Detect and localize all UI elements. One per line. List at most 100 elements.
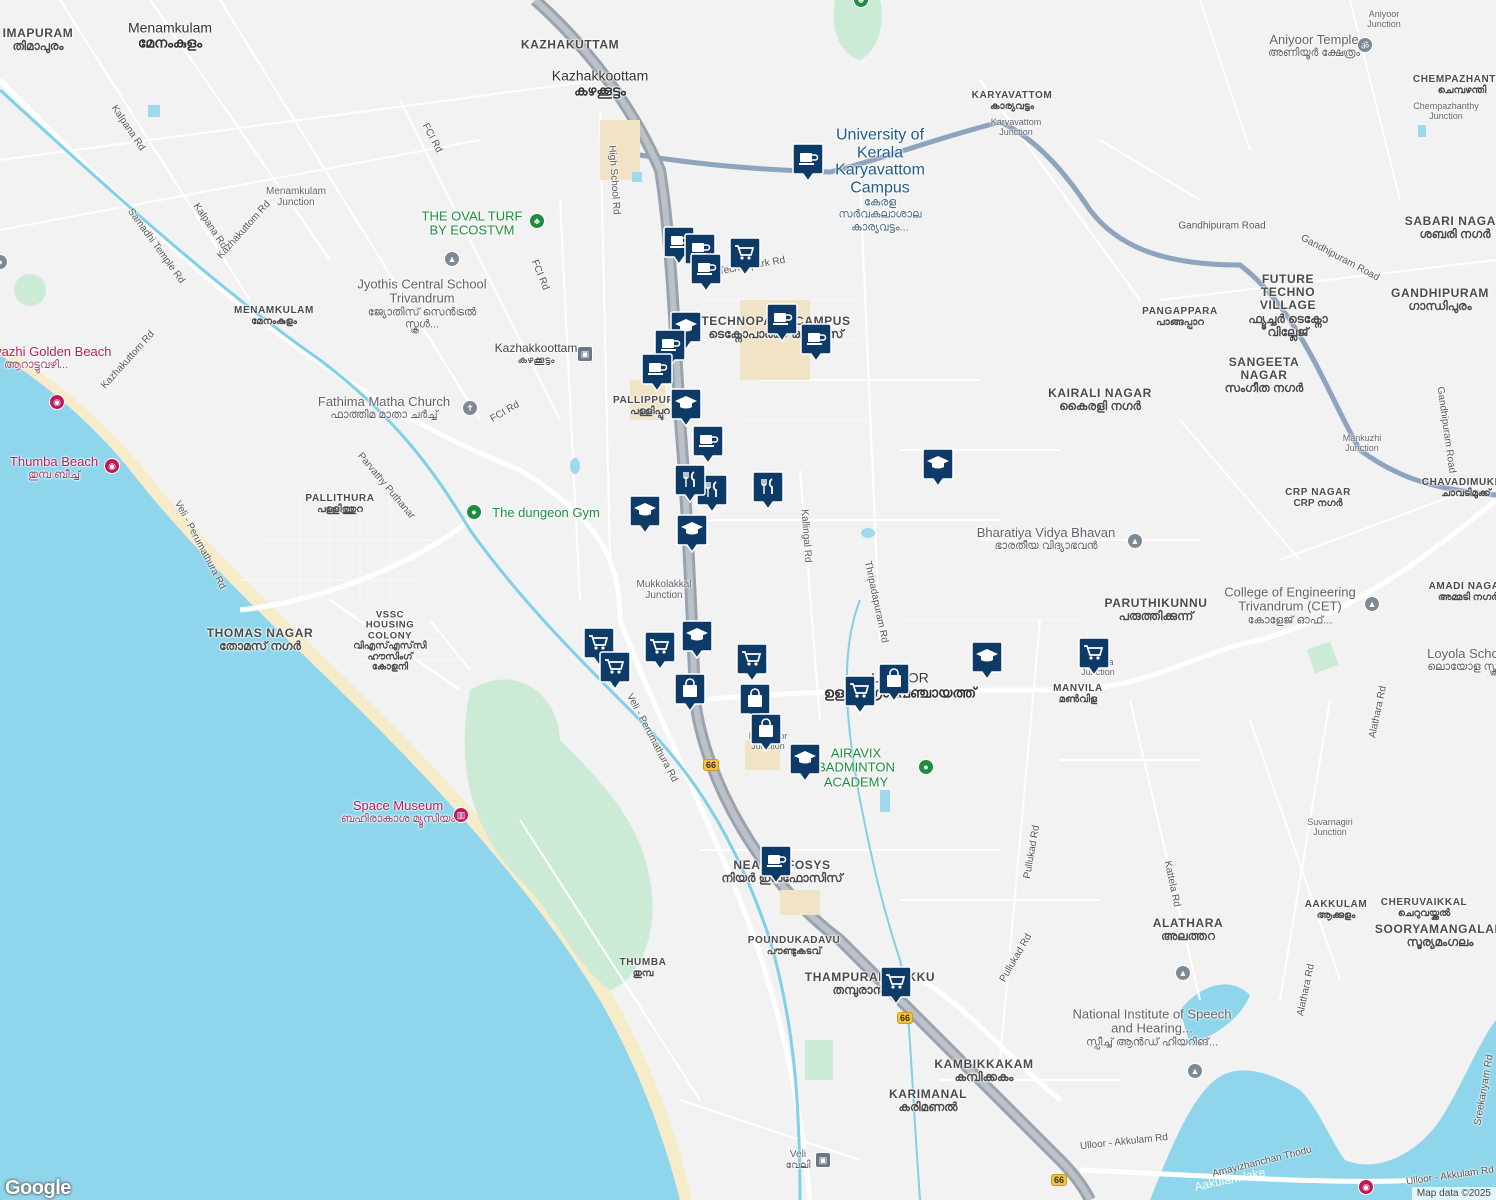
beach-poi-icon[interactable]: ◉ (49, 394, 65, 410)
shopping-cart-marker-icon[interactable] (1077, 636, 1111, 678)
place-label: Thumba Beach തുമ്പ ബീച്ച് (9, 453, 99, 482)
place-label: Arattuvazhi Golden Beachആറാട്ടുവഴി... (0, 343, 112, 372)
area-label: Veli വേലി (785, 1149, 811, 1171)
google-logo: Google (5, 1177, 71, 1199)
cafe-marker-icon[interactable] (765, 302, 799, 344)
area-label: PANGAPPARA പാങ്ങപ്പാറ (1142, 306, 1218, 328)
cafe-marker-icon[interactable] (791, 142, 825, 184)
museum-poi-icon[interactable]: ▥ (453, 807, 469, 823)
nh66-shield: 66 (896, 1012, 914, 1024)
area-label: CHERUVAIKKAL ചെറുവയ്ക്കൽ (1380, 897, 1468, 919)
shopping-bag-marker-icon[interactable] (877, 662, 911, 704)
shopping-cart-marker-icon[interactable] (598, 650, 632, 692)
church-poi-icon[interactable]: ✝ (462, 400, 478, 416)
place-label: University of Kerala Karyavattom Campus ക… (835, 126, 925, 234)
area-label: MANVILA മൺവിള (1053, 683, 1103, 705)
area-label: PARUTHIKUNNU പരുത്തിക്കുന്ന് (1104, 595, 1208, 623)
beach-poi-icon[interactable]: ◉ (104, 458, 120, 474)
area-label: SANGEETA NAGAR സംഗീത നഗർ (1224, 355, 1304, 396)
school-poi-icon[interactable]: ▲ (1364, 596, 1380, 612)
temple-poi-icon[interactable]: ॐ (1357, 37, 1373, 53)
area-label: KAMBIKKAKAM കമ്പിക്കകം (934, 1056, 1034, 1084)
area-label: KAZHAKUTTAM (520, 37, 620, 52)
road-label: Gandhipuram Road (1178, 220, 1266, 232)
place-label: Jyothis Central School Trivandrum ജ്യോതിസ… (357, 276, 487, 331)
school-poi-icon[interactable]: ▲ (1175, 965, 1191, 981)
school-poi-icon[interactable]: ▲ (1127, 533, 1143, 549)
area-label: THUMBA തുമ്പ (619, 957, 667, 979)
cafe-marker-icon[interactable] (799, 322, 833, 364)
school-marker-icon[interactable] (669, 387, 703, 429)
area-label: FUTURE TECHNO VILLAGE ഫ്യൂച്ചർ ടെക്നോ വില… (1248, 272, 1328, 339)
sports-poi-icon[interactable]: ● (918, 759, 934, 775)
shopping-bag-marker-icon[interactable] (673, 672, 707, 714)
cafe-marker-icon[interactable] (691, 424, 725, 466)
place-label: Fathima Matha Church ഫാത്തിമ മാതാ ചർച്ച് (317, 393, 451, 422)
area-label: CHEMPAZHANTHYചെമ്പഴന്തി (1412, 74, 1496, 96)
park-south (805, 1040, 833, 1080)
area-label: AMADI NAGARഅമ്മടി നഗർ (1428, 581, 1496, 603)
area-label: GANDHIPURAM ഗാന്ധിപുരം (1391, 285, 1489, 313)
park-north (833, 0, 882, 60)
junction-label: Mankuzhi Junction (1342, 433, 1382, 453)
junction-label: Mukkolakkal Junction (636, 579, 692, 601)
area-label: THAMPURANMUKKU തമ്പുരാൻമുക്ക് (804, 969, 936, 997)
bus-stop-icon[interactable]: ▣ (577, 346, 593, 362)
area-label: CHAVADIMUKKUചാവടിമുക്ക് (1421, 477, 1496, 499)
park-east (1306, 641, 1339, 674)
area-label: KAIRALI NAGAR കൈരളി നഗർ (1048, 385, 1152, 413)
area-label: SOORYAMANGALAM സൂര്യമംഗലം (1374, 921, 1496, 949)
map-canvas[interactable]: 66 66 66 FCI Rd FCI Rd FCI Rd Kalpana Rd… (0, 0, 1496, 1200)
junction-label: Chempazhanthy Junction (1413, 101, 1479, 121)
area-label: PALLITHURA പള്ളിത്തുറ (305, 493, 375, 515)
shopping-cart-marker-icon[interactable] (735, 642, 769, 684)
restaurant-marker-icon[interactable] (751, 470, 785, 512)
area-label: AAKKULAM ആക്കുളം (1304, 899, 1368, 921)
cafe-marker-icon[interactable] (759, 844, 793, 886)
place-label: Loyola Schoolലൊയോള സ്കൂൾ (1427, 645, 1496, 674)
place-label: Bharatiya Vidya Bhavan ഭാരതീയ വിദ്യാഭവൻ (976, 524, 1116, 553)
school-marker-icon[interactable] (970, 640, 1004, 682)
cafe-marker-icon[interactable] (689, 252, 723, 294)
bus-stop-icon[interactable]: ▣ (815, 1152, 831, 1168)
gym-poi-icon[interactable]: ● (466, 504, 482, 520)
area-label: CRP NAGAR CRP നഗർ (1285, 487, 1351, 509)
school-marker-icon[interactable] (921, 447, 955, 489)
shopping-cart-marker-icon[interactable] (879, 965, 913, 1007)
shopping-cart-marker-icon[interactable] (728, 236, 762, 278)
restaurant-marker-icon[interactable] (673, 463, 707, 505)
shopping-bag-marker-icon[interactable] (749, 712, 783, 754)
area-label: THOMAS NAGAR തോമസ് നഗർ (206, 625, 314, 653)
nh66-shield: 66 (702, 759, 720, 771)
school-marker-icon[interactable] (628, 494, 662, 536)
school-marker-icon[interactable] (675, 513, 709, 555)
nh66-shield: 66 (1050, 1174, 1068, 1186)
area-label: VSSC HOUSING COLONY വിഎസ്എസ്‌സി ഹൗസിംഗ് ക… (353, 609, 427, 673)
junction-label: Menamkulam Junction (265, 186, 327, 208)
area-label: MENAMKULAM മേനംകുളം (234, 305, 314, 327)
place-label: The dungeon Gym (492, 504, 600, 520)
area-label: KARIMANAL കരിമണൽ (888, 1086, 968, 1114)
park-poi-icon[interactable]: ♣ (529, 213, 545, 229)
school-marker-icon[interactable] (788, 742, 822, 784)
area-label: POUNDUKADAVU പൗണ്ടുകടവ് (747, 935, 841, 957)
map-attribution[interactable]: Map data ©2025 (1411, 1187, 1496, 1200)
school-poi-icon[interactable]: ▲ (1187, 1063, 1203, 1079)
place-label: Aniyoor Temple അണിയൂർ ക്ഷേത്രം (1267, 31, 1361, 60)
area-label: Kazhakkoottam കഴക്കൂട്ടം (551, 67, 649, 99)
junction-label: Karyavattom Junction (990, 117, 1042, 137)
place-label: National Institute of Speech and Hearing… (1072, 1006, 1232, 1049)
area-label: Menamkulam മേനംകുളം (127, 19, 213, 51)
area-label: IMAPURAM തിമാപുരം (2, 25, 74, 53)
junction-label: Suvarnagiri Junction (1307, 817, 1353, 837)
school-marker-icon[interactable] (680, 619, 714, 661)
shopping-cart-marker-icon[interactable] (643, 630, 677, 672)
shopping-cart-marker-icon[interactable] (843, 674, 877, 716)
school-poi-icon[interactable]: ▲ (444, 251, 460, 267)
area-label: SABARI NAGAR ശബരി നഗർ (1404, 213, 1496, 241)
area-label: KARYAVATTOM കാര്യവട്ടം (971, 90, 1053, 112)
place-label: Space Museum ബഹിരാകാശ മ്യൂസിയം (341, 797, 455, 826)
place-label: THE OVAL TURF BY ECOSTVM (421, 208, 523, 238)
camera-poi-icon[interactable]: ◉ (1358, 1179, 1374, 1195)
area-label: ALATHARA അലത്തറ (1152, 915, 1224, 943)
